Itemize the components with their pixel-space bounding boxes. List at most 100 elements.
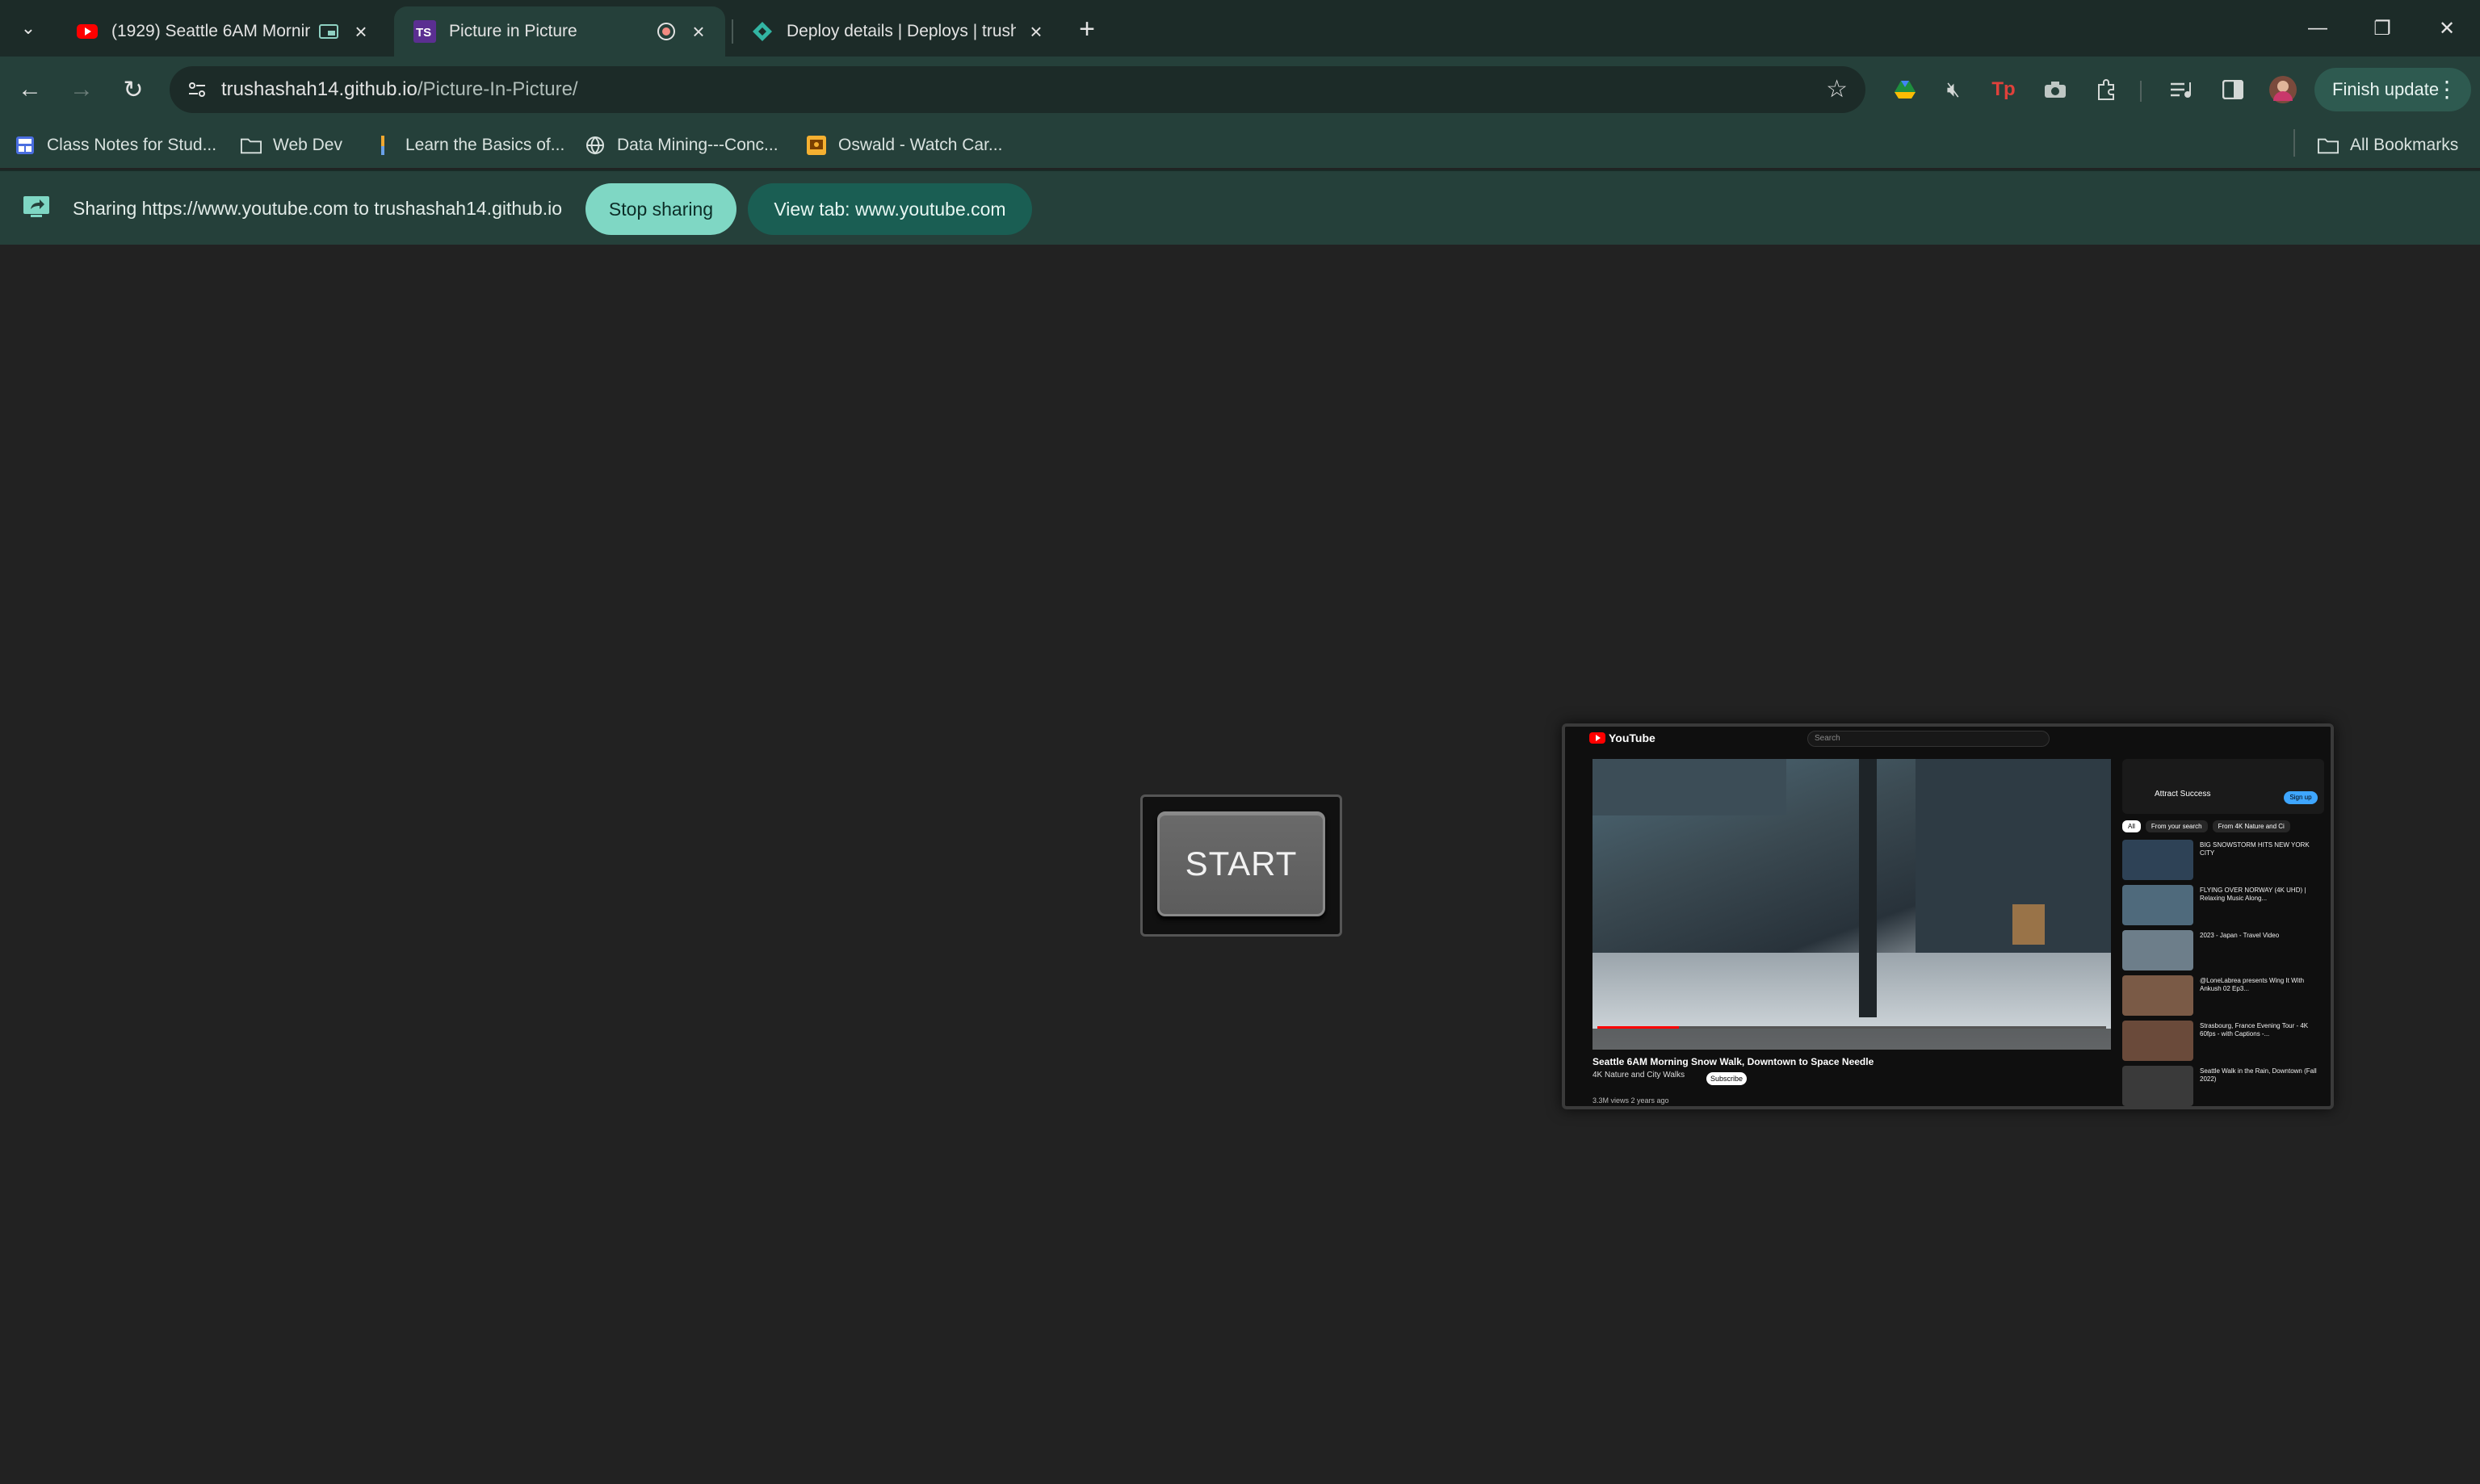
reload-icon: ↻ [123, 76, 144, 103]
forward-arrow-icon: → [69, 76, 94, 103]
finish-update-button[interactable]: Finish update ⋮ [2314, 68, 2471, 111]
tab-title: (1929) Seattle 6AM Morning [111, 22, 310, 40]
docs-icon [15, 135, 36, 156]
camera-extension-icon[interactable] [2040, 74, 2071, 105]
bookmark-web-dev[interactable]: Web Dev [241, 131, 342, 160]
url-host: trushashah14.github.io [221, 78, 418, 100]
google-drive-extension-icon[interactable] [1890, 74, 1920, 105]
chevron-down-icon: ⌄ [20, 18, 36, 38]
close-tab-icon[interactable]: × [349, 19, 373, 44]
globe-icon [585, 135, 606, 156]
svg-text:TS: TS [416, 26, 431, 40]
bookmark-learn-basics[interactable]: Learn the Basics of... [373, 131, 564, 160]
filter-chips: All From your search From 4K Nature and … [2122, 820, 2290, 832]
window-light-shape [2012, 904, 2045, 945]
finish-update-label: Finish update [2332, 79, 2440, 99]
all-bookmarks-label: All Bookmarks [2350, 136, 2459, 154]
video-site-icon [806, 135, 827, 156]
tp-extension-icon[interactable]: Tp [1988, 74, 2019, 105]
ad-title: Attract Success [2155, 790, 2211, 799]
extensions-puzzle-icon[interactable] [2092, 74, 2122, 105]
back-button[interactable]: ← [11, 71, 48, 108]
bookmarks-bar: Class Notes for Stud... Web Dev Learn th… [0, 123, 2480, 168]
screen-share-icon [23, 196, 49, 217]
restore-icon: ❐ [2373, 17, 2391, 40]
video-title: Seattle 6AM Morning Snow Walk, Downtown … [1592, 1056, 1874, 1067]
forward-button[interactable]: → [63, 71, 100, 108]
more-menu-icon[interactable]: ⋮ [2436, 76, 2458, 103]
media-controls-icon[interactable] [2166, 74, 2197, 105]
youtube-search-box: Search [1807, 731, 2050, 747]
address-bar[interactable]: trushashah14.github.io/Picture-In-Pictur… [170, 66, 1865, 113]
start-button[interactable]: START [1157, 811, 1325, 916]
side-panel-icon[interactable] [2218, 74, 2248, 105]
thumbnail [2122, 975, 2193, 1016]
recommendation-title: BIG SNOWSTORM HITS NEW YORK CITY [2200, 841, 2310, 857]
youtube-logo-text: YouTube [1609, 732, 1655, 744]
tab-title: Picture in Picture [449, 22, 577, 40]
youtube-sidebar: Attract Success Sign up All From your se… [2122, 759, 2331, 1106]
thumbnail [2122, 930, 2193, 970]
start-button-frame: START [1140, 794, 1342, 937]
recommendation-item: Seattle Walk in the Rain, Downtown (Fall… [2122, 1066, 2324, 1106]
canopy-shape [1592, 759, 1786, 815]
video-views: 3.3M views 2 years ago [1592, 1096, 1669, 1105]
recommendation-title: 2023 - Japan - Travel Video [2200, 932, 2280, 939]
tab-search-button[interactable]: ⌄ [11, 11, 45, 45]
url-text: trushashah14.github.io/Picture-In-Pictur… [221, 78, 578, 101]
recommendation-title: @LoneLabrea presents Wing It With Ankush… [2200, 977, 2305, 992]
tab-youtube[interactable]: (1929) Seattle 6AM Morning × [57, 6, 388, 57]
close-tab-icon[interactable]: × [686, 19, 711, 44]
recommendation-item: 2023 - Japan - Travel Video [2122, 930, 2324, 972]
recommendation-item: @LoneLabrea presents Wing It With Ankush… [2122, 975, 2324, 1017]
bookmark-label: Oswald - Watch Car... [838, 136, 1003, 154]
screen-sharing-icon [654, 19, 678, 44]
sharing-message: Sharing https://www.youtube.com to trush… [73, 198, 563, 219]
all-bookmarks[interactable]: All Bookmarks [2318, 131, 2458, 160]
thumbnail [2122, 1066, 2193, 1106]
view-tab-button[interactable]: View tab: www.youtube.com [748, 183, 1032, 235]
bookmark-class-notes[interactable]: Class Notes for Stud... [15, 131, 216, 160]
chip: From your search [2145, 820, 2208, 832]
video-frame [1592, 759, 2111, 1050]
bookmark-label: Data Mining---Conc... [617, 136, 778, 154]
url-path: /Picture-In-Picture/ [417, 78, 578, 100]
chip: From 4K Nature and Ci [2212, 820, 2290, 832]
mute-icon[interactable]: 🔇︎ [1938, 74, 1969, 105]
folder-icon [241, 135, 262, 156]
close-tab-icon[interactable]: × [1024, 19, 1048, 44]
bookmark-star-icon[interactable]: ☆ [1826, 76, 1848, 103]
stop-sharing-button[interactable]: Stop sharing [585, 183, 736, 235]
toolbar: ← → ↻ trushashah14.github.io/Picture-In-… [0, 57, 2480, 123]
youtube-header: YouTube Search [1565, 727, 2331, 751]
new-tab-button[interactable]: + [1071, 13, 1103, 45]
toolbar-separator [2140, 81, 2142, 102]
reload-button[interactable]: ↻ [115, 71, 152, 108]
youtube-favicon-icon [76, 20, 99, 43]
recommendation-item: BIG SNOWSTORM HITS NEW YORK CITY [2122, 840, 2324, 882]
bookmark-label: Learn the Basics of... [405, 136, 565, 154]
close-window-button[interactable]: ✕ [2415, 0, 2479, 57]
thumbnail [2122, 1021, 2193, 1061]
back-arrow-icon: ← [18, 76, 42, 103]
bookmark-oswald[interactable]: Oswald - Watch Car... [806, 131, 1002, 160]
recommendation-item: FLYING OVER NORWAY (4K UHD) | Relaxing M… [2122, 885, 2324, 927]
tab-title: Deploy details | Deploys | trush [787, 22, 1016, 40]
site-info-icon[interactable] [181, 73, 213, 106]
bar-icon [373, 135, 394, 156]
tab-netlify[interactable]: Deploy details | Deploys | trush × [732, 6, 1063, 57]
minimize-button[interactable]: — [2285, 0, 2350, 57]
thumbnail [2122, 840, 2193, 880]
thumbnail [2122, 885, 2193, 925]
sponsored-ad: Attract Success Sign up [2122, 759, 2324, 814]
recommendation-title: FLYING OVER NORWAY (4K UHD) | Relaxing M… [2200, 887, 2306, 902]
restore-button[interactable]: ❐ [2350, 0, 2415, 57]
captured-tab-preview: YouTube Search Seattle 6AM Morning Snow … [1562, 723, 2334, 1109]
profile-avatar[interactable] [2268, 74, 2298, 105]
bookmark-data-mining[interactable]: Data Mining---Conc... [585, 131, 778, 160]
plus-icon: + [1079, 13, 1095, 44]
chip: All [2122, 820, 2141, 832]
tab-picture-in-picture[interactable]: TS Picture in Picture × [394, 6, 725, 57]
ad-signup-button: Sign up [2284, 791, 2318, 804]
subscribe-button: Subscribe [1706, 1072, 1747, 1085]
